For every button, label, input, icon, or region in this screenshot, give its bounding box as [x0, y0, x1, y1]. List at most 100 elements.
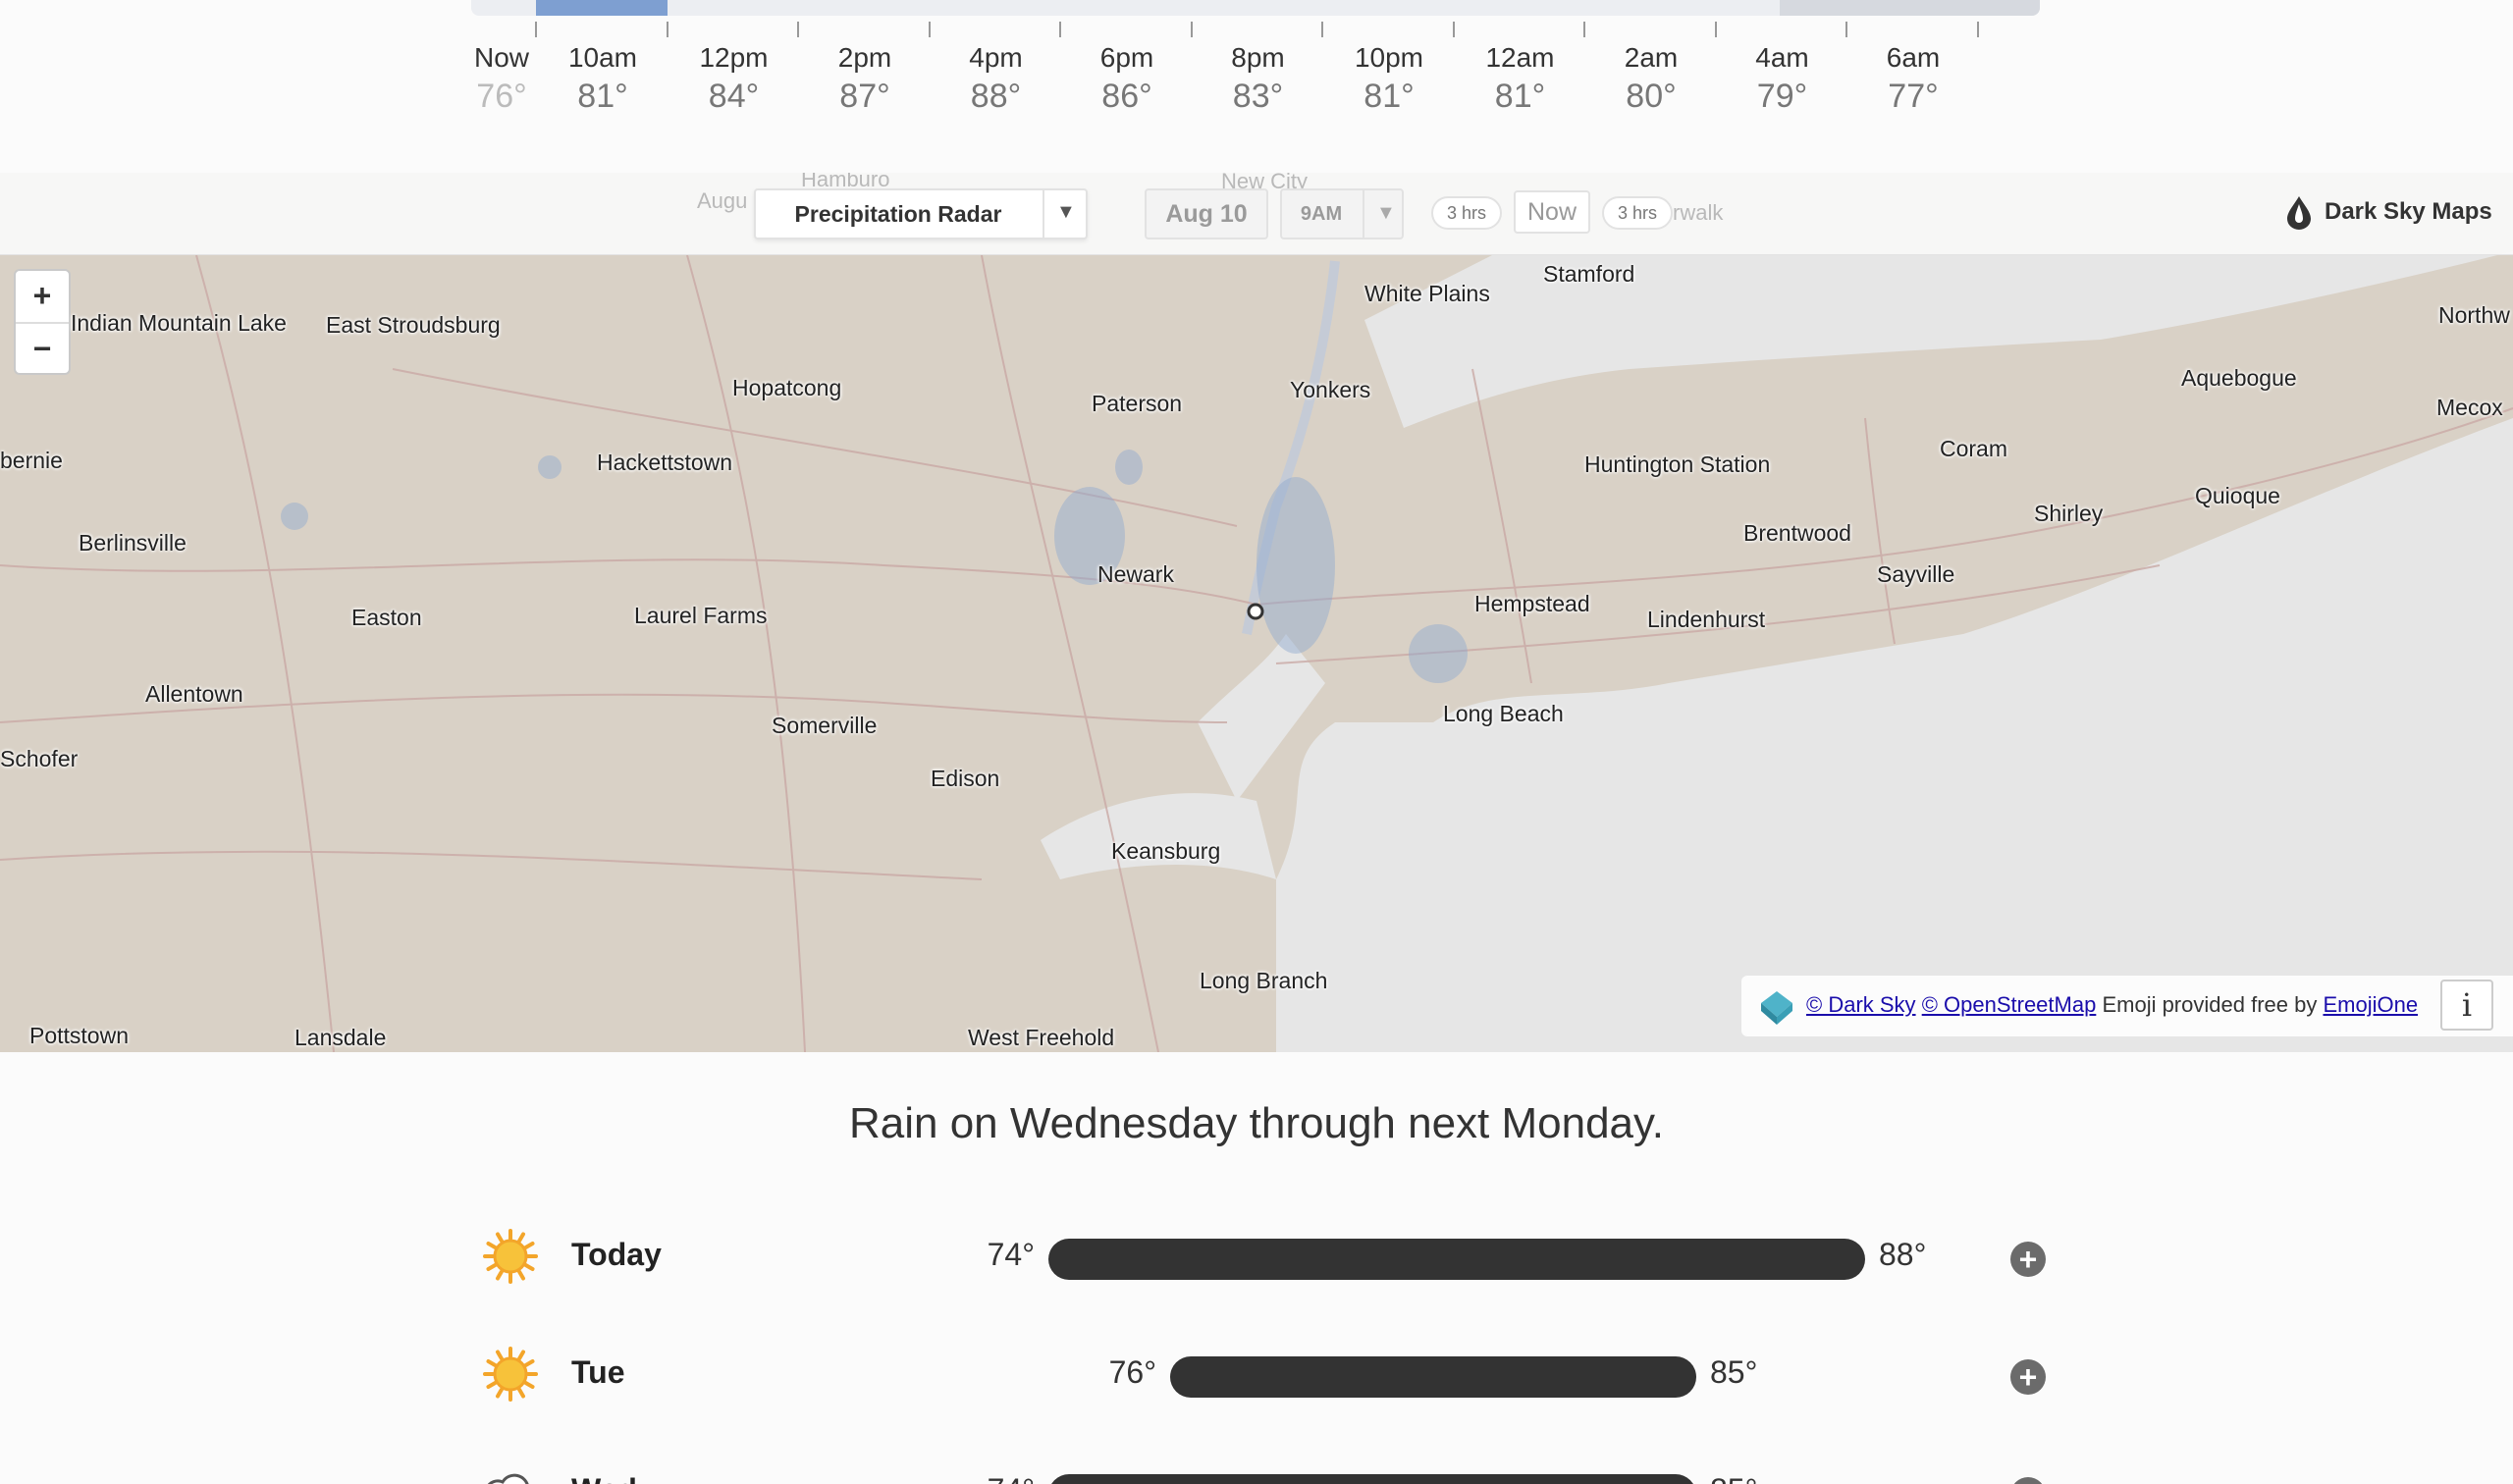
map-place-label: Long Beach	[1443, 701, 1564, 726]
zoom-in-button[interactable]: +	[16, 271, 69, 321]
hour-item[interactable]: 6am 77°	[1854, 41, 1972, 118]
map-place-label: Berlinsville	[79, 530, 187, 556]
hour-temp: 81°	[577, 78, 628, 115]
layer-select[interactable]: Precipitation Radar ▼	[754, 188, 1088, 239]
map-place-label: bernie	[0, 448, 63, 473]
ghost-label: rwalk	[1673, 200, 1724, 225]
hour-temp: 81°	[1363, 78, 1415, 115]
hour-temp: 86°	[1101, 78, 1152, 115]
hour-item[interactable]: 10am 81°	[544, 41, 662, 118]
hour-item[interactable]: 6pm 86°	[1068, 41, 1186, 118]
rain-cloud-icon	[487, 1473, 529, 1484]
zoom-out-button[interactable]: −	[16, 324, 69, 374]
expand-day-button[interactable]: +	[2010, 1242, 2046, 1277]
timeline-tick	[535, 22, 537, 37]
map-place-label: Newark	[1097, 561, 1174, 587]
hour-item[interactable]: 12am 81°	[1462, 41, 1579, 118]
step-back-button[interactable]: 3 hrs	[1431, 196, 1502, 230]
hour-temp: 76°	[476, 78, 527, 115]
map-place-label: Shirley	[2034, 501, 2104, 526]
map-place-label: Edison	[931, 766, 1000, 791]
page: { "hourly": [ {"time": "Now", "temp": "7…	[0, 0, 2513, 1484]
hour-label: 12am	[1485, 42, 1555, 73]
hour-label: 10am	[567, 42, 638, 73]
info-button[interactable]: i	[2440, 980, 2493, 1031]
map-place-label: Mecox	[2436, 395, 2503, 420]
hour-temp: 84°	[708, 78, 760, 115]
hour-item[interactable]: 4pm 88°	[937, 41, 1055, 118]
ghost-label: Augu	[697, 188, 748, 213]
weekly-summary: Rain on Wednesday through next Monday.	[848, 1099, 1664, 1147]
map-place-label: Hopatcong	[732, 375, 842, 400]
map-place-label: Long Branch	[1200, 968, 1328, 993]
hour-item[interactable]: Now 76°	[443, 41, 561, 118]
dark-sky-link[interactable]: © Dark Sky	[1806, 992, 1916, 1017]
map-place-label: Yonkers	[1290, 377, 1371, 402]
day-name: Wed	[571, 1472, 637, 1484]
caret-down-icon[interactable]: ▼	[1376, 202, 1396, 225]
map-place-label: Huntington Station	[1584, 451, 1771, 477]
daily-row[interactable]: Tue 76° 85° +	[471, 1333, 2061, 1421]
map-place-label: Paterson	[1092, 391, 1183, 416]
hour-temp: 77°	[1888, 78, 1939, 115]
hour-label: 6am	[1886, 42, 1941, 73]
map-place-label: Allentown	[145, 681, 243, 707]
date-button[interactable]: Aug 10	[1145, 188, 1268, 239]
timeline-tick	[1976, 22, 1979, 37]
openstreetmap-link[interactable]: © OpenStreetMap	[1922, 992, 2097, 1017]
map-place-label: Keansburg	[1111, 838, 1221, 864]
time-select[interactable]: 9AM ▼	[1280, 188, 1404, 239]
timeline-tick	[1190, 22, 1193, 37]
expand-day-button[interactable]: +	[2010, 1477, 2046, 1484]
expand-day-button[interactable]: +	[2010, 1359, 2046, 1395]
daily-row[interactable]: Wed 74° 85° +	[471, 1451, 2061, 1484]
emojione-link[interactable]: EmojiOne	[2323, 992, 2418, 1017]
hour-item[interactable]: 10pm 81°	[1330, 41, 1448, 118]
high-temp: 85°	[1710, 1354, 1758, 1390]
high-temp: 88°	[1879, 1237, 1927, 1272]
hour-label: Now	[473, 42, 529, 73]
hour-item[interactable]: 2pm 87°	[806, 41, 924, 118]
day-name: Tue	[571, 1354, 625, 1390]
attribution-text-row: © Dark Sky © OpenStreetMap Emoji provide…	[1806, 992, 2418, 1018]
temp-range-bar	[1048, 1474, 1696, 1484]
map-place-label: Brentwood	[1743, 520, 1851, 546]
timeline-tick	[928, 22, 931, 37]
time-select-label: 9AM	[1300, 203, 1343, 225]
hour-temp: 87°	[839, 78, 890, 115]
hour-item[interactable]: 4am 79°	[1724, 41, 1842, 118]
map-place-label: Somerville	[772, 713, 878, 738]
map-toolbar: Hamburo Augu New City rwalk Precipitatio…	[0, 173, 2513, 255]
hour-temp: 80°	[1626, 78, 1677, 115]
zoom-control: + −	[14, 269, 71, 375]
hour-label: 2am	[1624, 42, 1679, 73]
hour-label: 10pm	[1354, 42, 1424, 73]
caret-down-icon[interactable]: ▼	[1056, 201, 1076, 224]
hour-label: 4pm	[969, 42, 1023, 73]
step-forward-button[interactable]: 3 hrs	[1602, 196, 1673, 230]
radar-map[interactable]: Hamburo Augu New City rwalk Precipitatio…	[0, 173, 2513, 1052]
map-place-label: Aquebogue	[2181, 365, 2297, 391]
sun-icon	[483, 1229, 538, 1284]
map-place-label: Sayville	[1877, 561, 1955, 587]
map-place-label: Coram	[1940, 436, 2008, 461]
timeline-tick	[1714, 22, 1717, 37]
now-button[interactable]: Now	[1514, 190, 1590, 234]
hour-label: 12pm	[699, 42, 769, 73]
hour-label: 2pm	[837, 42, 892, 73]
map-place-label: Hackettstown	[597, 450, 733, 475]
low-temp: 76°	[1108, 1354, 1156, 1390]
high-temp: 85°	[1710, 1472, 1757, 1484]
map-place-label: Lansdale	[294, 1025, 387, 1050]
timeline-tick	[1452, 22, 1455, 37]
hour-label: 4am	[1755, 42, 1809, 73]
daily-row[interactable]: Today 74° 88° +	[471, 1215, 2061, 1303]
hour-temp: 79°	[1756, 78, 1808, 115]
divider	[1043, 190, 1044, 238]
timeline-tick	[1059, 22, 1061, 37]
hour-item[interactable]: 2am 80°	[1592, 41, 1710, 118]
map-place-label: East Stroudsburg	[326, 312, 501, 338]
hour-item[interactable]: 8pm 83°	[1200, 41, 1317, 118]
hour-item[interactable]: 12pm 84°	[675, 41, 793, 118]
map-place-label: Lindenhurst	[1647, 607, 1766, 632]
